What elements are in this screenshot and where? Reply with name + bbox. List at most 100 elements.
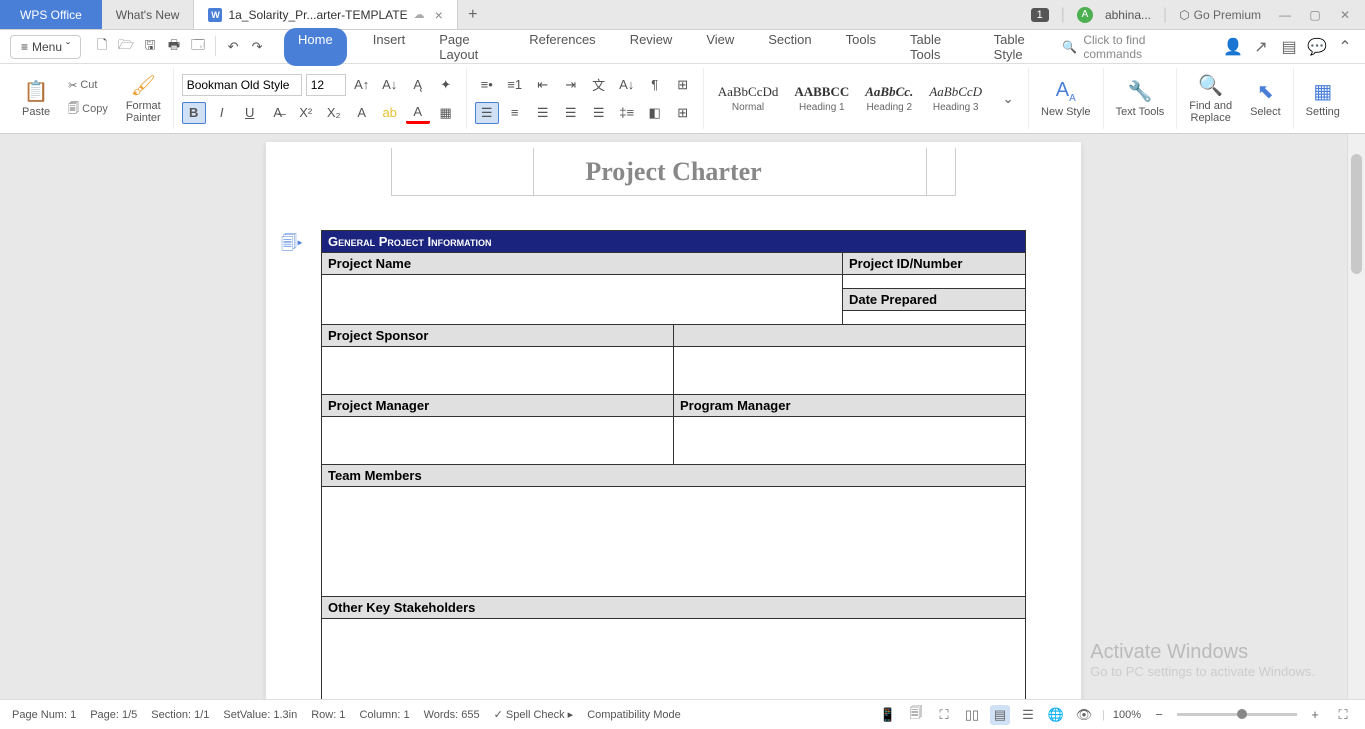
style-heading1[interactable]: AABBCCHeading 1 [788,82,855,115]
numbering-button[interactable]: ≡1 [503,74,527,96]
document-page[interactable]: Project Charter 🗐▸ General Project Infor… [266,142,1081,699]
print-icon[interactable]: 🖶 [163,36,185,58]
bold-button[interactable]: B [182,102,206,124]
status-spell-check[interactable]: ✓ Spell Check ▸ [494,708,574,721]
character-effects-icon[interactable]: ✦ [434,74,458,96]
format-painter-button[interactable]: 🖌 Format Painter [122,71,165,126]
view-page-icon[interactable]: ▤ [990,705,1010,725]
tab-document[interactable]: W 1a_Solarity_Pr...arter-TEMPLATE ☁ × [194,0,457,29]
distributed-button[interactable]: ☰ [587,102,611,124]
select-button[interactable]: ⬉ Select [1246,77,1285,120]
line-spacing-button[interactable]: ‡≡ [615,102,639,124]
cell-sponsor-right-value[interactable] [674,347,1026,395]
go-premium-button[interactable]: ⬡ Go Premium [1179,8,1261,22]
cell-project-manager-value[interactable] [322,417,674,465]
status-column[interactable]: Column: 1 [359,709,409,721]
window-close-button[interactable]: ✕ [1333,5,1357,25]
user-avatar[interactable]: A [1077,7,1093,23]
text-effects-button[interactable]: A [350,102,374,124]
user-name-label[interactable]: abhina... [1105,8,1151,22]
collapse-ribbon-icon[interactable]: ⌃ [1335,37,1355,57]
setting-button[interactable]: ▦ Setting [1302,77,1344,120]
vertical-scrollbar[interactable] [1347,134,1365,699]
table-properties-icon[interactable]: 🗐▸ [281,232,303,259]
increase-font-icon[interactable]: A↑ [350,74,374,96]
font-size-select[interactable] [306,74,346,96]
font-color-button[interactable]: A [406,102,430,124]
zoom-slider[interactable] [1177,713,1297,716]
tab-table-tools[interactable]: Table Tools [902,28,968,66]
print-preview-icon[interactable]: 🗔 [187,36,209,58]
strikethrough-button[interactable]: A̶ [266,102,290,124]
project-charter-table[interactable]: General Project Information Project Name… [321,230,1026,699]
decrease-font-icon[interactable]: A↓ [378,74,402,96]
redo-icon[interactable]: ↷ [246,36,268,58]
bullets-button[interactable]: ≡• [475,74,499,96]
user-share-icon[interactable]: 👤 [1223,37,1243,57]
command-search-input[interactable]: 🔍 Click to find commands [1054,33,1207,61]
shading-color-button[interactable]: ◧ [643,102,667,124]
sort-button[interactable]: A↓ [615,74,639,96]
view-outline-icon[interactable]: ☰ [1018,705,1038,725]
status-compat-mode[interactable]: Compatibility Mode [587,709,681,721]
clear-format-icon[interactable]: Ą [406,74,430,96]
find-replace-button[interactable]: 🔍 Find and Replace [1185,71,1236,126]
tab-page-layout[interactable]: Page Layout [431,28,503,66]
document-scroll-area[interactable]: Project Charter 🗐▸ General Project Infor… [0,134,1347,699]
tab-review[interactable]: Review [622,28,681,66]
text-direction-button[interactable]: 文 [587,74,611,96]
tab-tools[interactable]: Tools [838,28,884,66]
cell-project-id-value[interactable] [842,275,1025,289]
cut-button[interactable]: ✂Cut [64,77,112,94]
cell-stakeholders-value[interactable] [322,619,1026,700]
tab-view[interactable]: View [698,28,742,66]
tab-home[interactable]: Home [284,28,347,66]
status-setvalue[interactable]: SetValue: 1.3in [223,709,297,721]
undo-icon[interactable]: ↶ [222,36,244,58]
show-marks-button[interactable]: ¶ [643,74,667,96]
notification-badge[interactable]: 1 [1031,8,1049,22]
increase-indent-button[interactable]: ⇥ [559,74,583,96]
status-row[interactable]: Row: 1 [311,709,345,721]
view-web-icon[interactable]: 🌐 [1046,705,1066,725]
new-style-button[interactable]: AA New Style [1037,77,1095,120]
share-icon[interactable]: ↗ [1251,37,1271,57]
zoom-percent[interactable]: 100% [1113,709,1141,721]
style-normal[interactable]: AaBbCcDdNormal [712,82,785,115]
cell-date-prepared-value[interactable] [842,311,1025,325]
underline-button[interactable]: U [238,102,262,124]
align-center-button[interactable]: ≡ [503,102,527,124]
zoom-in-button[interactable]: + [1305,705,1325,725]
view-reading-icon[interactable]: ▯▯ [962,705,982,725]
cell-project-name-value[interactable] [322,275,843,325]
cell-sponsor-value[interactable] [322,347,674,395]
window-minimize-button[interactable]: — [1273,5,1297,25]
zoom-out-button[interactable]: − [1149,705,1169,725]
shading-button[interactable]: ▦ [434,102,458,124]
paste-button[interactable]: 📋 Paste [18,77,54,120]
text-tools-button[interactable]: 🔧 Text Tools [1112,77,1169,120]
tab-section[interactable]: Section [760,28,819,66]
save-icon[interactable]: 🖫 [139,36,161,58]
main-menu-button[interactable]: ≡ Menu ˇ [10,35,81,59]
align-justify-button[interactable]: ☰ [559,102,583,124]
fit-page-icon[interactable]: ⛶ [1333,705,1353,725]
view-print-icon[interactable]: 🗐 [906,705,926,725]
superscript-button[interactable]: X² [294,102,318,124]
font-name-select[interactable] [182,74,302,96]
copy-button[interactable]: 🗐Copy [64,98,112,121]
view-eye-icon[interactable]: 👁 [1074,705,1094,725]
borders-button[interactable]: ⊞ [671,74,695,96]
view-fullscreen-icon[interactable]: ⛶ [934,705,954,725]
align-right-button[interactable]: ☰ [531,102,555,124]
subscript-button[interactable]: X₂ [322,102,346,124]
status-page[interactable]: Page: 1/5 [90,709,137,721]
tab-stops-button[interactable]: ⊞ [671,102,695,124]
italic-button[interactable]: I [210,102,234,124]
open-file-icon[interactable]: 🗁 [115,36,137,58]
style-heading3[interactable]: AaBbCcDHeading 3 [923,82,988,115]
tab-close-icon[interactable]: × [435,7,443,23]
cell-program-manager-value[interactable] [674,417,1026,465]
new-file-icon[interactable]: 🗋 [91,36,113,58]
cell-team-members-value[interactable] [322,487,1026,597]
